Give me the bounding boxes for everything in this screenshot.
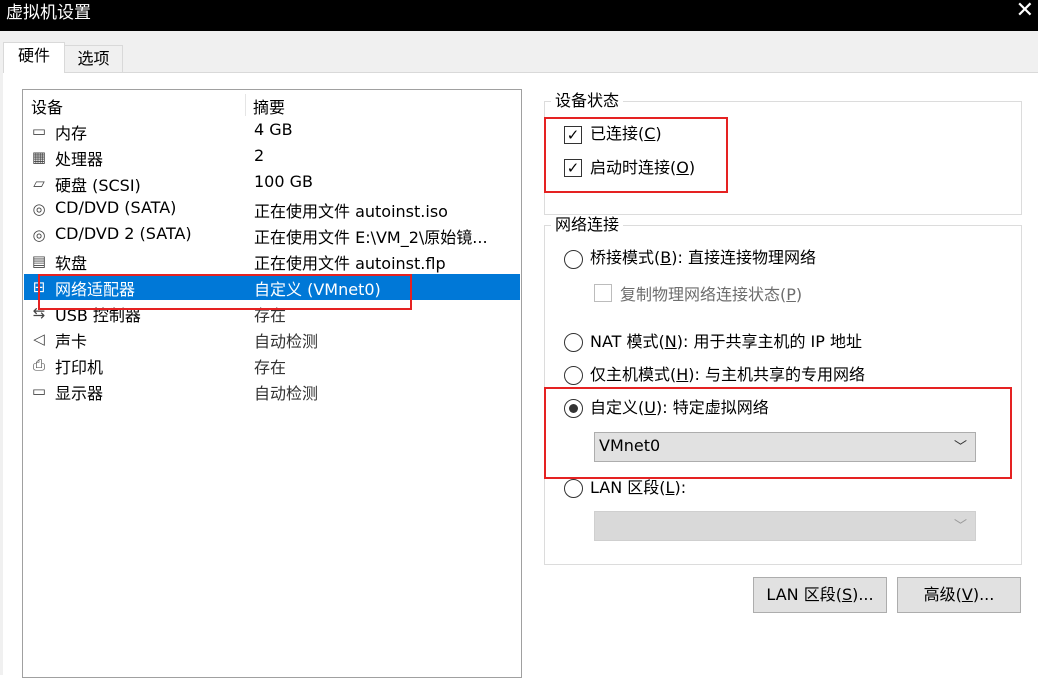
bridged-radio[interactable]	[564, 250, 583, 269]
replicate-label[interactable]: 复制物理网络连接状态(P)	[620, 284, 802, 306]
connect-at-power-on-label[interactable]: 启动时连接(O)	[590, 157, 695, 179]
lan-segment-radio[interactable]	[564, 479, 583, 498]
title-bar: 虚拟机设置 ✕	[0, 0, 1038, 31]
device-summary: 自定义 (VMnet0)	[254, 280, 381, 299]
device-name: 显示器	[55, 384, 104, 403]
network-adapter-icon: ⊞	[32, 278, 46, 296]
cd-icon: ◎	[32, 226, 46, 244]
close-icon[interactable]: ✕	[1016, 0, 1034, 24]
device-name: 处理器	[55, 150, 104, 169]
device-list[interactable]: 设备 摘要 ▭ 内存 4 GB ▦ 处理器 2 ▱ 硬盘 (SCSI) 100 …	[22, 89, 522, 678]
lan-segments-button[interactable]: LAN 区段(S)...	[753, 577, 887, 613]
printer-icon: ⎙	[32, 356, 45, 374]
radio-selected-dot	[569, 404, 578, 413]
device-name: CD/DVD (SATA)	[55, 198, 177, 217]
device-row-network-adapter[interactable]: ⊞ 网络适配器 自定义 (VMnet0)	[24, 274, 520, 300]
device-summary: 正在使用文件 autoinst.flp	[254, 254, 446, 273]
memory-icon: ▭	[31, 122, 47, 140]
device-summary: 自动检测	[254, 332, 319, 351]
chevron-down-icon: ﹀	[953, 440, 967, 455]
bridged-label[interactable]: 桥接模式(B): 直接连接物理网络	[590, 247, 816, 269]
device-summary: 自动检测	[254, 384, 319, 403]
device-summary: 存在	[254, 358, 287, 377]
device-row-usb[interactable]: ⇆ USB 控制器 存在	[24, 300, 520, 326]
connected-checkbox[interactable]: ✓	[564, 126, 582, 144]
custom-label[interactable]: 自定义(U): 特定虚拟网络	[590, 397, 769, 419]
chevron-down-icon: ﹀	[953, 519, 967, 534]
tab-options[interactable]: 选项	[64, 45, 123, 72]
cpu-icon: ▦	[31, 148, 47, 166]
device-summary: 4 GB	[254, 120, 293, 139]
cd-icon: ◎	[32, 200, 46, 218]
lan-segment-label[interactable]: LAN 区段(L):	[590, 477, 686, 499]
device-status-title: 设备状态	[551, 91, 624, 111]
column-header-summary[interactable]: 摘要	[253, 94, 285, 117]
host-only-label[interactable]: 仅主机模式(H): 与主机共享的专用网络	[590, 364, 865, 386]
nat-radio[interactable]	[564, 333, 583, 352]
lan-segment-select[interactable]: ﹀	[594, 511, 976, 541]
device-name: USB 控制器	[55, 306, 141, 325]
custom-network-select[interactable]: VMnet0 ﹀	[594, 432, 976, 462]
device-summary: 存在	[254, 306, 287, 325]
device-row-floppy[interactable]: ▤ 软盘 正在使用文件 autoinst.flp	[24, 248, 520, 274]
device-row-sound[interactable]: ◁ 声卡 自动检测	[24, 326, 520, 352]
device-row-display[interactable]: ▭ 显示器 自动检测	[24, 378, 520, 404]
device-row-cpu[interactable]: ▦ 处理器 2	[24, 144, 520, 170]
floppy-icon: ▤	[31, 252, 47, 270]
usb-icon: ⇆	[32, 304, 46, 322]
device-name: 声卡	[55, 332, 88, 351]
device-row-cddvd2[interactable]: ◎ CD/DVD 2 (SATA) 正在使用文件 E:\VM_2\原始镜...	[24, 222, 520, 248]
custom-network-value: VMnet0	[599, 436, 661, 455]
device-name: 打印机	[55, 358, 104, 377]
device-row-harddisk[interactable]: ▱ 硬盘 (SCSI) 100 GB	[24, 170, 520, 196]
device-name: 内存	[55, 124, 88, 143]
device-row-printer[interactable]: ⎙ 打印机 存在	[24, 352, 520, 378]
connected-label[interactable]: 已连接(C)	[590, 123, 662, 145]
window-title: 虚拟机设置	[6, 3, 91, 23]
device-name: 软盘	[55, 254, 88, 273]
device-name: 硬盘 (SCSI)	[55, 176, 141, 195]
device-name: CD/DVD 2 (SATA)	[55, 224, 192, 243]
device-row-cddvd[interactable]: ◎ CD/DVD (SATA) 正在使用文件 autoinst.iso	[24, 196, 520, 222]
device-summary: 2	[254, 146, 265, 165]
custom-radio[interactable]	[564, 399, 583, 418]
device-summary: 正在使用文件 autoinst.iso	[254, 202, 448, 221]
tab-hardware[interactable]: 硬件	[3, 42, 65, 73]
nat-label[interactable]: NAT 模式(N): 用于共享主机的 IP 地址	[590, 331, 862, 353]
device-summary: 100 GB	[254, 172, 313, 191]
advanced-button[interactable]: 高级(V)...	[897, 577, 1021, 613]
dialog-body: 硬件 选项 设备 摘要 ▭ 内存 4 GB ▦ 处理器 2 ▱ 硬盘 (SCSI…	[0, 31, 1038, 678]
connect-at-power-on-checkbox[interactable]: ✓	[564, 159, 582, 177]
replicate-checkbox[interactable]	[594, 284, 612, 302]
column-header-device[interactable]: 设备	[31, 94, 246, 117]
network-connection-title: 网络连接	[551, 215, 624, 235]
display-icon: ▭	[31, 382, 47, 400]
harddisk-icon: ▱	[33, 174, 45, 192]
device-name: 网络适配器	[55, 280, 136, 299]
device-summary: 正在使用文件 E:\VM_2\原始镜...	[254, 228, 488, 247]
device-row-memory[interactable]: ▭ 内存 4 GB	[24, 118, 520, 144]
host-only-radio[interactable]	[564, 366, 583, 385]
sound-icon: ◁	[33, 330, 45, 348]
